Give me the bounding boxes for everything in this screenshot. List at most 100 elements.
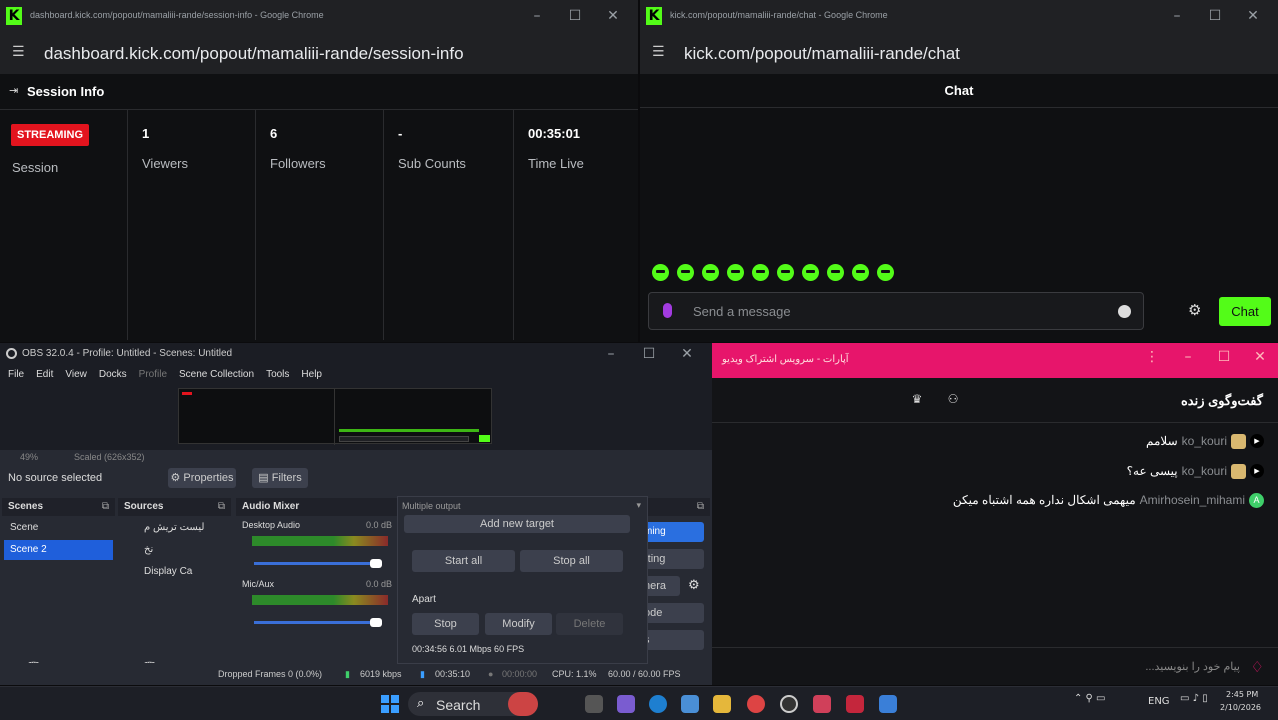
scene-item[interactable]: Scene 2 — [4, 540, 113, 560]
title-bar: آپارات - سرویس اشتراک ویدیو ⋮ – ☐ ✕ — [712, 343, 1278, 378]
minimize-icon[interactable]: – — [1158, 6, 1196, 26]
app-icon[interactable] — [846, 695, 864, 713]
undock-icon[interactable]: ⧉ — [102, 498, 109, 516]
maximize-icon[interactable]: ☐ — [630, 344, 668, 364]
maximize-icon[interactable]: ☐ — [1196, 6, 1234, 26]
settings-button[interactable]: s — [640, 630, 704, 650]
studio-mode-button[interactable]: ode — [640, 603, 704, 623]
emoji-icon[interactable] — [1118, 305, 1131, 318]
file-explorer-icon[interactable] — [713, 695, 731, 713]
emote-icon[interactable] — [677, 264, 694, 281]
menu-docks[interactable]: Docks — [99, 365, 127, 385]
add-target-button[interactable]: Add new target — [404, 515, 630, 533]
start-recording-button[interactable]: rting — [640, 549, 704, 569]
emote-icon[interactable] — [702, 264, 719, 281]
users-icon[interactable]: ⚇ — [945, 392, 961, 408]
zoom-level[interactable]: 49% — [20, 452, 38, 462]
message-user[interactable]: ko_kouri — [1182, 434, 1227, 448]
gear-icon[interactable]: ⚙ — [1188, 301, 1201, 319]
source-item[interactable]: لیست تریش م — [120, 518, 229, 538]
emote-icon[interactable] — [752, 264, 769, 281]
play-icon[interactable]: ▶ — [1250, 464, 1264, 478]
emote-icon[interactable] — [777, 264, 794, 281]
volume-slider[interactable] — [254, 618, 382, 627]
message-input[interactable]: Send a message — [648, 292, 1144, 330]
obs-icon[interactable] — [780, 695, 798, 713]
emote-icon[interactable] — [727, 264, 744, 281]
modify-button[interactable]: Modify — [485, 613, 552, 635]
trophy-icon[interactable]: ♛ — [909, 392, 925, 408]
close-icon[interactable]: ✕ — [668, 344, 706, 364]
close-icon[interactable]: ✕ — [1234, 6, 1272, 26]
stop-button[interactable]: Stop — [412, 613, 479, 635]
menu-help[interactable]: Help — [301, 365, 322, 385]
emote-icon[interactable] — [652, 264, 669, 281]
edge-icon[interactable] — [649, 695, 667, 713]
menu-file[interactable]: File — [8, 365, 24, 385]
emote-icon[interactable] — [852, 264, 869, 281]
more-icon[interactable]: ⋮ — [1134, 349, 1170, 365]
site-settings-icon[interactable]: ☰ — [12, 44, 25, 60]
chrome-icon[interactable] — [747, 695, 765, 713]
task-view-icon[interactable] — [585, 695, 603, 713]
gear-icon[interactable]: ⚙ — [688, 578, 700, 593]
stop-all-button[interactable]: Stop all — [520, 550, 623, 572]
app-icon[interactable] — [813, 695, 831, 713]
maximize-icon[interactable]: ☐ — [1206, 349, 1242, 365]
address-bar[interactable]: ☰ dashboard.kick.com/popout/mamaliii-ran… — [0, 34, 638, 74]
message-user[interactable]: Amirhosein_mihami — [1140, 493, 1245, 507]
url-text[interactable]: kick.com/popout/mamaliii-rande/chat — [684, 44, 960, 64]
start-streaming-button[interactable]: ming — [640, 522, 704, 542]
emote-icon[interactable] — [827, 264, 844, 281]
tray-icons[interactable]: ⌃ ⚲ ▭ — [1074, 693, 1106, 704]
message-user[interactable]: ko_kouri — [1182, 464, 1227, 478]
menu-scene-collection[interactable]: Scene Collection — [179, 365, 254, 385]
scene-item[interactable]: Scene — [4, 518, 113, 538]
taskbar-search[interactable]: ⌕ Search — [408, 692, 538, 716]
slider-knob[interactable] — [370, 559, 382, 568]
clock-date[interactable]: 2/10/2026 — [1220, 703, 1261, 712]
emote-icon[interactable] — [877, 264, 894, 281]
address-bar[interactable]: ☰ kick.com/popout/mamaliii-rande/chat — [640, 34, 1278, 74]
start-all-button[interactable]: Start all — [412, 550, 515, 572]
close-icon[interactable]: ✕ — [1242, 349, 1278, 365]
send-chat-button[interactable]: Chat — [1219, 297, 1271, 326]
menu-profile[interactable]: Profile — [139, 365, 167, 385]
minimize-icon[interactable]: – — [592, 344, 630, 364]
play-icon[interactable]: ▶ — [1250, 434, 1264, 448]
site-settings-icon[interactable]: ☰ — [652, 44, 665, 60]
menu-tools[interactable]: Tools — [266, 365, 289, 385]
scenes-dock: Scenes⧉ Scene Scene 2 + 🗑 ▣ ⌃ ⋮ — [2, 498, 115, 675]
maximize-icon[interactable]: ☐ — [556, 6, 594, 26]
menu-edit[interactable]: Edit — [36, 365, 53, 385]
close-icon[interactable]: ▾ — [636, 500, 641, 511]
source-item[interactable]: نخ — [120, 540, 229, 560]
minimize-icon[interactable]: – — [1170, 349, 1206, 365]
source-item[interactable]: Display Ca — [120, 562, 229, 582]
app-icon[interactable] — [879, 695, 897, 713]
emote-icon[interactable] — [802, 264, 819, 281]
filters-button[interactable]: ▤ Filters — [252, 468, 308, 488]
undock-icon[interactable]: ⧉ — [218, 498, 225, 516]
network-volume-icons[interactable]: ▭ ♪ ▯ — [1180, 693, 1208, 704]
slider-knob[interactable] — [370, 618, 382, 627]
channel-db: 0.0 dB — [366, 579, 393, 589]
close-icon[interactable]: ✕ — [594, 6, 632, 26]
delete-button[interactable]: Delete — [556, 613, 623, 635]
copilot-icon[interactable] — [617, 695, 635, 713]
properties-button[interactable]: ⚙ Properties — [168, 468, 236, 488]
volume-slider[interactable] — [254, 559, 382, 568]
url-text[interactable]: dashboard.kick.com/popout/mamaliii-rande… — [44, 44, 464, 64]
stat-sub-counts: - Sub Counts — [384, 110, 514, 340]
menu-view[interactable]: View — [65, 365, 87, 385]
clock-time[interactable]: 2:45 PM — [1226, 690, 1258, 699]
undock-icon[interactable]: ⧉ — [697, 498, 704, 516]
language-indicator[interactable]: ENG — [1148, 696, 1170, 707]
preview-area[interactable] — [0, 385, 712, 450]
scale-label[interactable]: Scaled (626x352) — [74, 452, 145, 462]
minimize-icon[interactable]: – — [518, 6, 556, 26]
message-input[interactable]: ♢ پیام خود را بنویسید... — [712, 647, 1278, 685]
windows-start-icon[interactable] — [381, 695, 399, 713]
store-icon[interactable] — [681, 695, 699, 713]
mic-icon[interactable] — [663, 303, 672, 318]
